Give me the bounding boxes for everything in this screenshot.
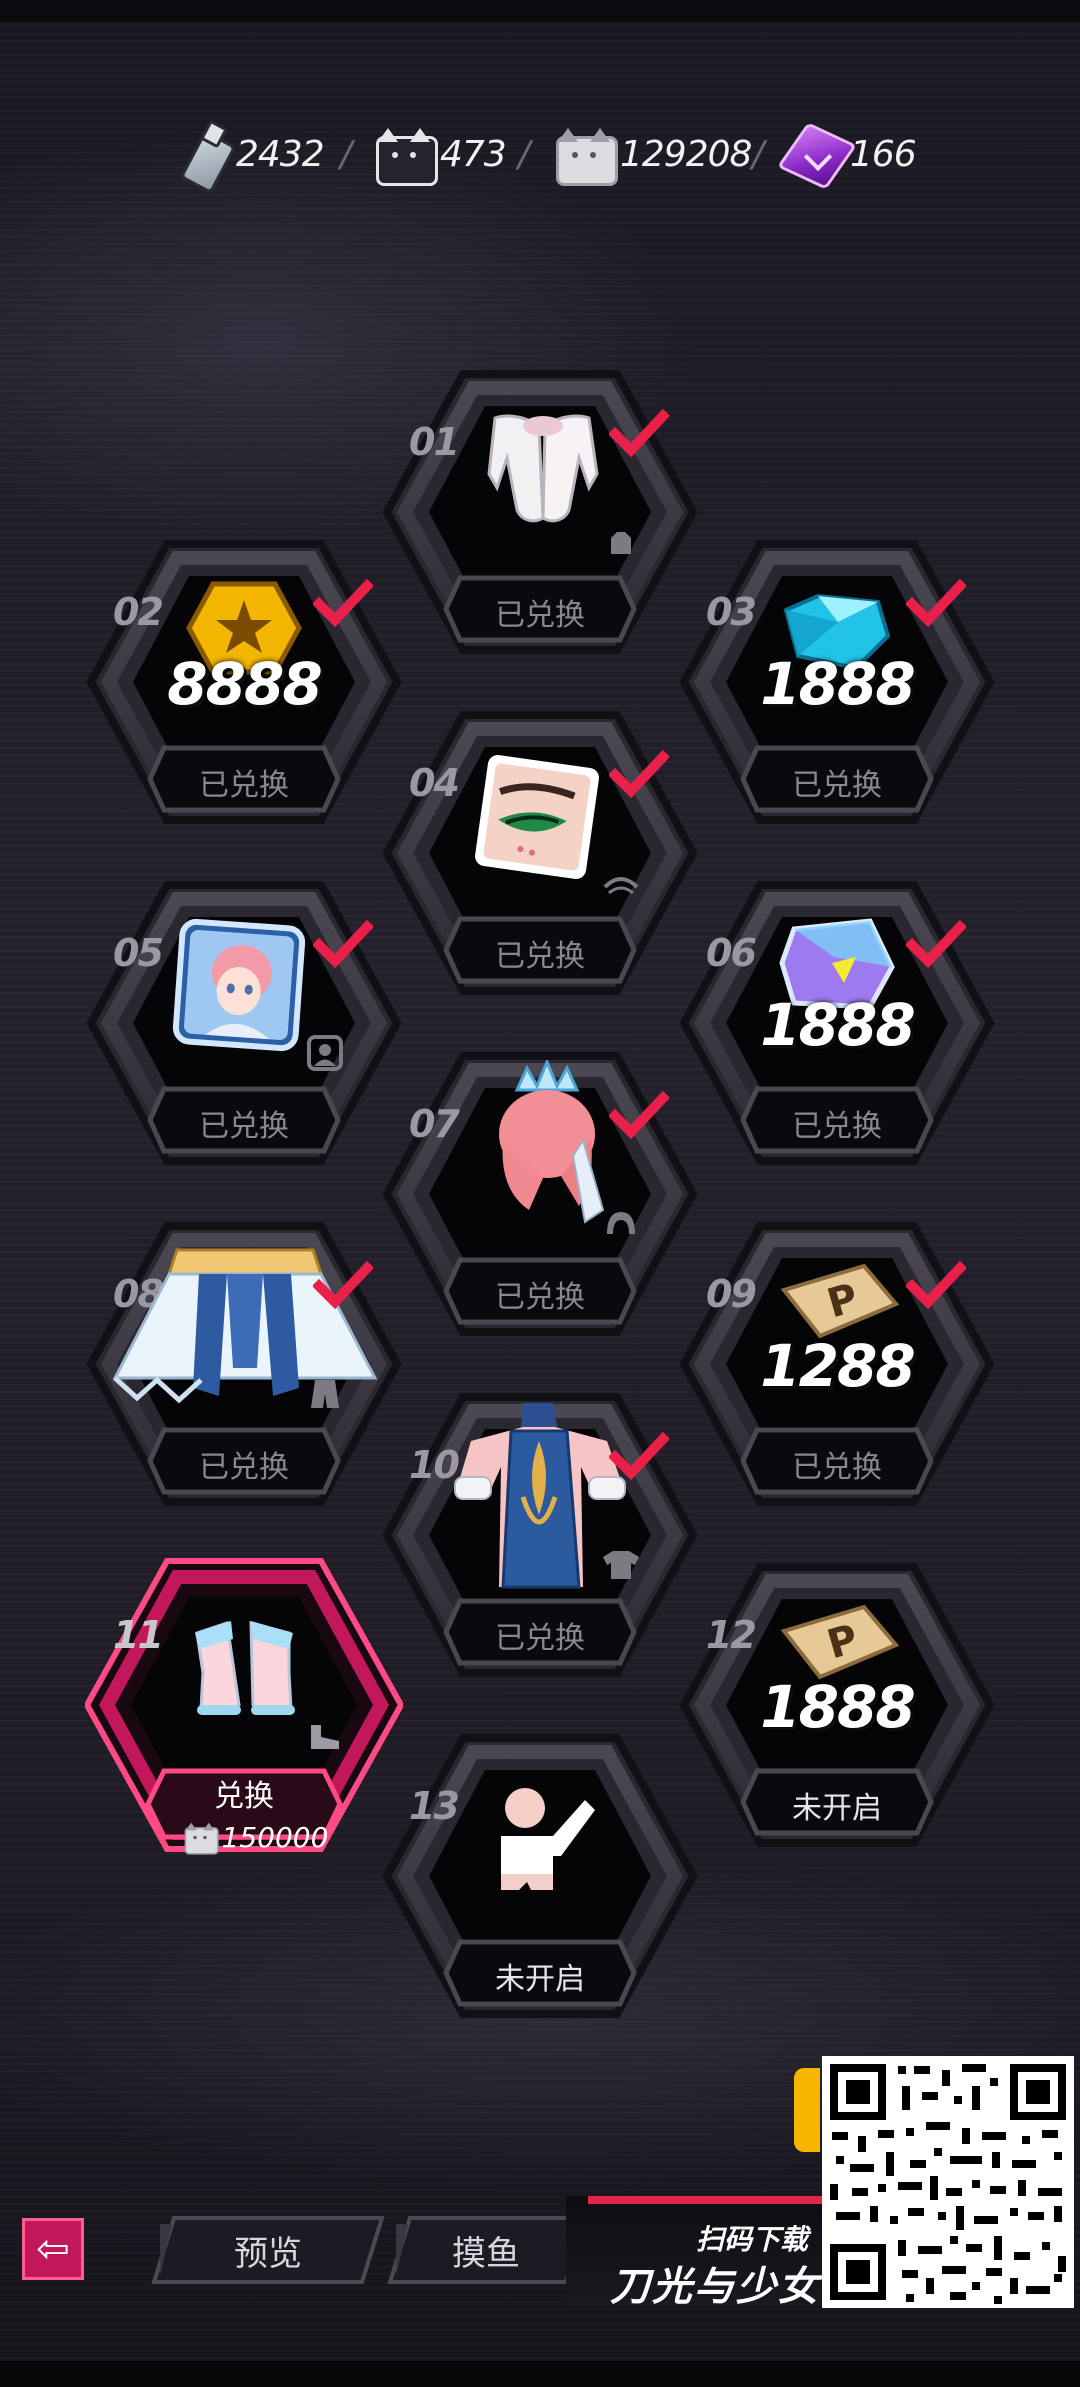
reward-slot-06[interactable]: 06 1888 已兑换: [678, 875, 996, 1171]
reward-slot-12[interactable]: 12 P 1888 未开启: [678, 1557, 996, 1853]
currency-value: 166: [850, 133, 917, 175]
claimed-check-icon: [906, 578, 966, 628]
status-label: 已兑换: [495, 939, 585, 974]
reward-slot-08[interactable]: 08 已兑换: [85, 1216, 403, 1512]
slot-index: 03: [706, 590, 757, 634]
preview-button[interactable]: 预览: [150, 2214, 386, 2286]
slot-index: 01: [409, 420, 460, 464]
currency-black-token: 473: [372, 112, 507, 196]
reward-slot-01[interactable]: 01 已兑换: [381, 364, 699, 660]
reward-slot-13[interactable]: 13 未开启: [381, 1728, 699, 2024]
separator: /: [518, 134, 531, 175]
slot-index: 13: [409, 1784, 460, 1828]
top-status-band: [0, 0, 1080, 22]
portrait-category-icon: [307, 1035, 343, 1071]
exchange-cost-value: 150000: [221, 1820, 329, 1854]
slot-index: 12: [706, 1613, 757, 1657]
claimed-check-icon: [313, 919, 373, 969]
currency-value: 2432: [236, 133, 325, 175]
status-label: 未开启: [495, 1962, 585, 1997]
reward-slot-04[interactable]: 04 已兑换: [381, 705, 699, 1001]
white-cat-token-icon: [182, 1822, 219, 1855]
claimed-check-icon: [313, 1260, 373, 1310]
status-label: 已兑换: [792, 1450, 882, 1485]
currency-purple-cube: 166: [784, 112, 917, 196]
currency-bottle: 2432: [176, 112, 325, 196]
slot-index: 06: [706, 931, 757, 975]
status-label: 已兑换: [495, 598, 585, 633]
claimed-check-icon: [609, 408, 669, 458]
slot-index: 09: [706, 1272, 757, 1316]
claimed-check-icon: [609, 749, 669, 799]
reward-slot-03[interactable]: 03 1888 已兑换: [678, 534, 996, 830]
status-label: 已兑换: [792, 768, 882, 803]
claimed-check-icon: [906, 1260, 966, 1310]
currency-value: 473: [440, 133, 507, 175]
exchange-cost: 150000: [175, 1809, 335, 1865]
status-label: 已兑换: [495, 1621, 585, 1656]
side-tab[interactable]: [794, 2068, 820, 2152]
download-promo[interactable]: 扫码下载 刀光与少女: [566, 2196, 826, 2310]
eye-makeup-icon: [475, 755, 599, 879]
eye-category-icon: [603, 877, 639, 895]
status-label: 已兑换: [199, 1450, 289, 1485]
reward-slot-10[interactable]: 10 已兑换: [381, 1387, 699, 1683]
skirt-category-icon: [311, 1380, 339, 1408]
pose-action-icon: [501, 1788, 595, 1890]
status-label: 已兑换: [199, 768, 289, 803]
qr-code: [822, 2056, 1074, 2308]
black-cat-token-icon: [372, 126, 438, 186]
currency-white-token: 129208: [552, 112, 752, 196]
status-label: 未开启: [792, 1791, 882, 1826]
claimed-check-icon: [906, 919, 966, 969]
currency-value: 129208: [620, 133, 752, 175]
reward-slot-11[interactable]: 11 兑换 150000: [85, 1557, 403, 1855]
promo-accent-bar: [588, 2196, 826, 2204]
top-category-icon: [603, 1551, 639, 1579]
slot-index: 11: [113, 1613, 164, 1657]
reward-amount: 1888: [760, 991, 915, 1059]
reward-amount: 1888: [760, 1673, 915, 1741]
slot-index: 04: [409, 761, 460, 805]
scan-download-text: 扫码下载: [695, 2223, 808, 2256]
bottom-band: [0, 2361, 1080, 2387]
reward-slot-09[interactable]: 09 P 1288 已兑换: [678, 1216, 996, 1512]
status-label: 已兑换: [792, 1109, 882, 1144]
shoes-icon: [195, 1621, 295, 1715]
white-gloves-icon: [487, 414, 599, 523]
claimed-check-icon: [609, 1431, 669, 1481]
status-label: 已兑换: [199, 1109, 289, 1144]
slot-index: 05: [113, 931, 164, 975]
reward-amount: 8888: [167, 650, 322, 718]
back-button[interactable]: ⇦: [22, 2218, 84, 2280]
pink-hair-icon: [499, 1060, 605, 1224]
shoe-category-icon: [311, 1725, 339, 1749]
currency-bar: 2432 / 473 / 129208 / 166: [0, 112, 1080, 196]
fish-label: 摸鱼: [452, 2233, 520, 2274]
bottle-icon: [176, 119, 232, 189]
slot-index: 02: [113, 590, 164, 634]
preview-label: 预览: [234, 2233, 302, 2274]
hair-category-icon: [607, 1212, 635, 1234]
fish-button[interactable]: 摸鱼: [386, 2214, 586, 2286]
claimed-check-icon: [313, 578, 373, 628]
qr-code-image: [822, 2056, 1074, 2308]
reward-slot-05[interactable]: 05 已兑换: [85, 875, 403, 1171]
back-arrow-icon: ⇦: [36, 2226, 70, 2272]
separator: /: [752, 134, 765, 175]
white-cat-token-icon: [552, 126, 618, 186]
purple-cube-icon: [784, 123, 846, 185]
claimed-check-icon: [609, 1090, 669, 1140]
reward-slot-07[interactable]: 07 已兑换: [381, 1046, 699, 1342]
reward-slot-02[interactable]: 02 8888 已兑换: [85, 534, 403, 830]
slot-index: 07: [409, 1102, 460, 1146]
separator: /: [340, 134, 353, 175]
status-label: 已兑换: [495, 1280, 585, 1315]
avatar-frame-icon: [172, 918, 306, 1052]
reward-amount: 1888: [760, 650, 915, 718]
game-logo-text: 刀光与少女: [610, 2264, 820, 2310]
reward-amount: 1288: [760, 1332, 915, 1400]
glove-category-icon: [611, 532, 631, 554]
